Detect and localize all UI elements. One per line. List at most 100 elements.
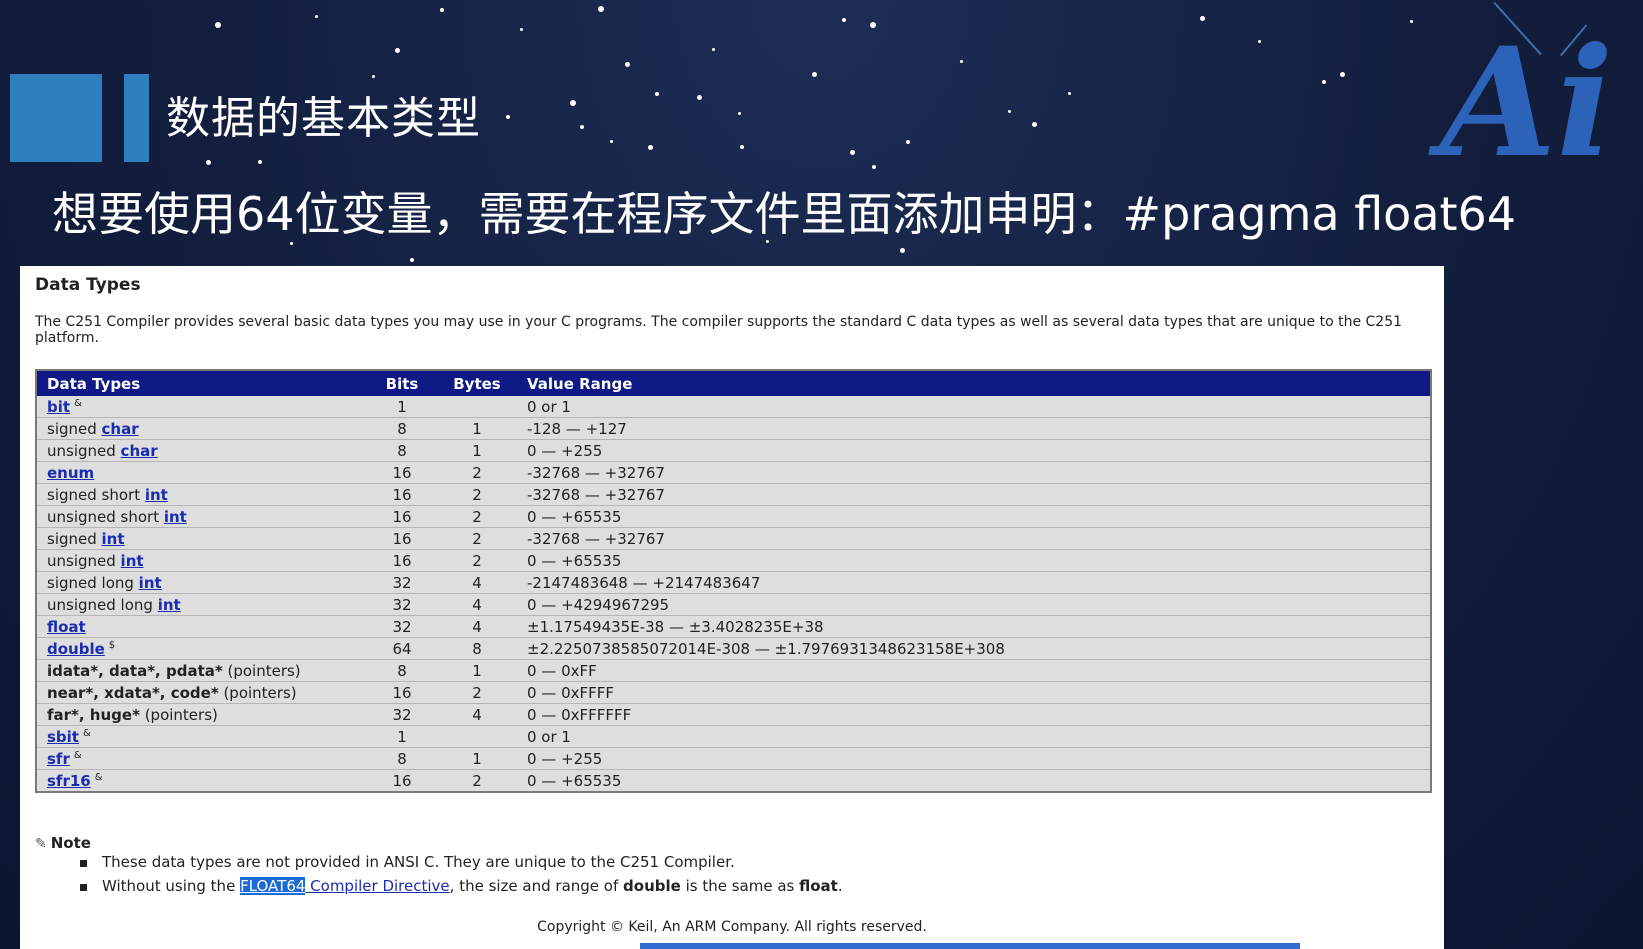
note-text: , the size and range of xyxy=(449,877,624,895)
cell-bits: 32 xyxy=(367,571,437,594)
cell-range: 0 — +255 xyxy=(517,747,1431,770)
type-link[interactable]: int xyxy=(121,552,144,570)
type-link[interactable]: int xyxy=(158,596,181,614)
slide-title: 数据的基本类型 xyxy=(166,93,481,144)
star xyxy=(1008,110,1011,113)
star xyxy=(900,248,905,253)
doc-panel: Data Types The C251 Compiler provides se… xyxy=(20,266,1444,949)
cell-bytes: 2 xyxy=(437,681,517,704)
pointer-type: idata*, data*, pdata* xyxy=(47,661,223,680)
star xyxy=(570,100,576,106)
type-link[interactable]: int xyxy=(145,486,168,504)
type-prefix: unsigned xyxy=(47,551,121,570)
cell-range: ±2.2250738585072014E-308 — ±1.7976931348… xyxy=(517,637,1431,660)
list-item: Without using the FLOAT64 Compiler Direc… xyxy=(80,874,843,898)
cell-range: 0 — +65535 xyxy=(517,505,1431,528)
col-header-bytes: Bytes xyxy=(437,370,517,396)
type-suffix: (pointers) xyxy=(222,661,301,680)
type-link[interactable]: sbit xyxy=(47,728,79,746)
star xyxy=(850,150,855,155)
cell-type: unsigned short int xyxy=(36,505,367,528)
table-row: unsigned long int 32 4 0 — +4294967295 xyxy=(36,593,1431,616)
star xyxy=(258,160,262,164)
star xyxy=(1258,40,1261,43)
cell-bytes: 2 xyxy=(437,549,517,572)
cell-range: 0 — 0xFF xyxy=(517,659,1431,682)
type-link[interactable]: bit xyxy=(47,398,70,416)
note-text: . xyxy=(837,877,843,895)
type-suffix: (pointers) xyxy=(139,705,218,724)
table-row: signed long int 32 4 -2147483648 — +2147483… xyxy=(36,571,1431,594)
cell-bits: 64 xyxy=(367,637,437,660)
type-link[interactable]: int xyxy=(139,574,162,592)
cell-range: 0 — 0xFFFF xyxy=(517,681,1431,704)
cell-bytes: 2 xyxy=(437,505,517,528)
table-row: idata*, data*, pdata* (pointers) 8 1 0 — 0x… xyxy=(36,659,1431,682)
cell-type: float xyxy=(36,615,367,638)
cell-bytes: 2 xyxy=(437,527,517,550)
star xyxy=(410,258,414,262)
cell-type: bit & xyxy=(36,396,367,418)
note-text: Without using the xyxy=(102,877,241,895)
type-link[interactable]: char xyxy=(121,442,158,460)
cell-bytes xyxy=(437,725,517,748)
star xyxy=(1200,16,1205,21)
float64-highlight: FLOAT64 xyxy=(240,877,306,895)
cell-range: 0 or 1 xyxy=(517,396,1431,418)
star xyxy=(395,48,400,53)
cell-bits: 16 xyxy=(367,769,437,793)
table-row: signed short int 16 2 -32768 — +32767 xyxy=(36,483,1431,506)
star xyxy=(738,112,741,115)
table-row: double $64 8 ±2.2250738585072014E-308 — ±1.… xyxy=(36,637,1431,660)
table-row: signed char 8 1 -128 — +127 xyxy=(36,417,1431,440)
table-row: far*, huge* (pointers) 32 4 0 — 0xFFFFFF xyxy=(36,703,1431,726)
star xyxy=(648,145,653,150)
ai-logo: Ai xyxy=(1440,15,1614,191)
type-link[interactable]: int xyxy=(164,508,187,526)
star xyxy=(440,8,444,12)
cell-type: sbit & xyxy=(36,725,367,748)
type-link[interactable]: char xyxy=(102,420,139,438)
star xyxy=(506,115,510,119)
star xyxy=(215,22,221,28)
col-header-type: Data Types xyxy=(36,370,367,396)
star xyxy=(1322,80,1326,84)
cell-bits: 16 xyxy=(367,527,437,550)
type-prefix: signed xyxy=(47,419,102,438)
star xyxy=(812,72,817,77)
type-link[interactable]: float xyxy=(47,618,86,636)
star xyxy=(906,140,910,144)
star xyxy=(1032,122,1037,127)
list-item: These data types are not provided in ANS… xyxy=(80,850,843,874)
type-prefix: unsigned short xyxy=(47,507,164,526)
cell-bits: 8 xyxy=(367,747,437,770)
footnote-marker: & xyxy=(94,771,103,783)
cell-type: signed int xyxy=(36,527,367,550)
cell-type: idata*, data*, pdata* (pointers) xyxy=(36,659,367,682)
cell-bits: 16 xyxy=(367,483,437,506)
table-row: enum 16 2 -32768 — +32767 xyxy=(36,461,1431,484)
col-header-bits: Bits xyxy=(367,370,437,396)
cell-range: 0 — +65535 xyxy=(517,549,1431,572)
type-link[interactable]: sfr16 xyxy=(47,772,91,790)
type-link[interactable]: int xyxy=(102,530,125,548)
pointer-type: far*, huge* xyxy=(47,705,140,724)
footnote-marker: & xyxy=(74,397,82,409)
cell-bits: 32 xyxy=(367,593,437,616)
cell-range: 0 — +65535 xyxy=(517,769,1431,793)
type-prefix: unsigned long xyxy=(47,595,158,614)
cell-type: unsigned int xyxy=(36,549,367,572)
cell-bits: 8 xyxy=(367,439,437,462)
star xyxy=(712,48,715,51)
type-link[interactable]: enum xyxy=(47,464,94,482)
notes-list: These data types are not provided in ANS… xyxy=(80,850,843,898)
cell-bits: 8 xyxy=(367,417,437,440)
table-row: unsigned char 8 1 0 — +255 xyxy=(36,439,1431,462)
note-bold-double: double xyxy=(623,877,681,895)
data-types-table: Data Types Bits Bytes Value Range bit & 1 0… xyxy=(35,369,1432,793)
float64-directive-link[interactable]: FLOAT64 Compiler Directive xyxy=(240,877,450,895)
type-link[interactable]: double xyxy=(47,640,105,658)
cell-bytes xyxy=(437,396,517,418)
type-link[interactable]: sfr xyxy=(47,750,70,768)
table-row: sbit & 1 0 or 1 xyxy=(36,725,1431,748)
